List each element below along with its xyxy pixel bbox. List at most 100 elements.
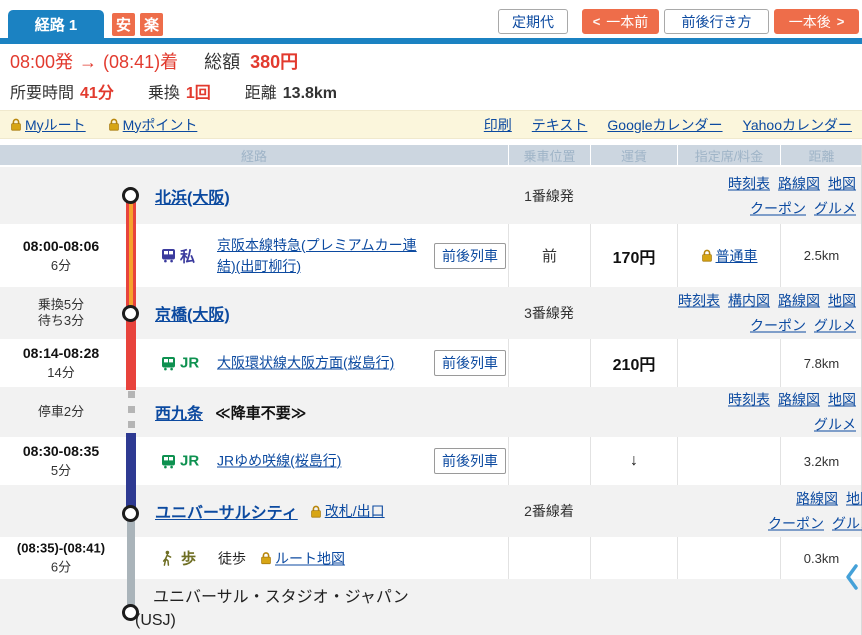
platform-info: 1番線発 [508,167,590,224]
route-map-link[interactable]: 路線図 [778,173,820,193]
platform-info: 3番線発 [508,287,590,339]
gourmet-link[interactable]: グルメ [814,198,856,218]
timetable-link[interactable]: 時刻表 [728,173,770,193]
duration-label: 所要時間 [10,79,74,103]
boarding-position-cell [508,339,590,387]
commuter-pass-label: 定期代 [512,12,554,32]
train-line-link[interactable]: 京阪本線特急(プレミアムカー連結)(出町柳行) [217,235,421,277]
boarding-position-value: 前 [542,245,557,266]
destination-name-line1: ユニバーサル・スタジオ・ジャパ [153,589,393,606]
action-bar-right: 印刷 テキスト Googleカレンダー Yahooカレンダー [484,115,852,135]
lock-icon [108,118,120,131]
walk-route-map-link[interactable]: ルート地図 [260,548,345,568]
seat-cell: 普通車 [677,224,780,287]
segment-duration: 6分 [0,557,122,576]
around-routes-button[interactable]: 前後行き方 [664,9,769,34]
prev-train-label: 一本前 [606,12,648,32]
gourmet-link[interactable]: グルメ [832,514,862,534]
segment-duration: 6分 [0,255,122,274]
station-link-kyobashi[interactable]: 京橋(大阪) [155,301,230,325]
train-icon [161,454,176,468]
fare-value: 210円 [613,351,656,375]
chevron-right-icon: > [837,14,845,29]
station-map-link[interactable]: 構内図 [728,291,770,311]
timetable-link[interactable]: 時刻表 [728,390,770,410]
route-line-pass-dash [128,391,135,398]
chevron-left-icon [845,563,859,591]
platform-info: 2番線着 [508,485,590,537]
around-trains-button[interactable]: 前後列車 [434,448,506,474]
total-fare: 380円 [250,48,298,74]
mypoint-link[interactable]: Myポイント [108,115,198,135]
carrier-label-walk: 歩 [181,548,196,569]
route-map-link[interactable]: 路線図 [778,291,820,311]
header-route: 経路 [0,145,508,165]
prev-train-button[interactable]: < 一本前 [582,9,659,34]
station-node-kyobashi [122,305,139,322]
walk-icon [161,550,173,566]
chevron-left-icon: < [593,14,601,29]
boarding-position-cell: 前 [508,224,590,287]
fare-continues-arrow: ↓ [630,452,638,470]
around-trains-button[interactable]: 前後列車 [434,350,506,376]
depart-time: 08:00発 [10,48,73,74]
around-trains-button[interactable]: 前後列車 [434,243,506,269]
seat-cell [677,437,780,485]
next-train-label: 一本後 [789,12,831,32]
yahoo-calendar-link[interactable]: Yahooカレンダー [743,115,852,135]
segment-time: 08:14-08:28 [0,345,122,361]
coupon-link[interactable]: クーポン [768,514,824,534]
train-icon [161,356,176,370]
google-calendar-link[interactable]: Googleカレンダー [607,115,722,135]
next-train-button[interactable]: 一本後 > [774,9,859,34]
train-icon [161,249,176,263]
route-line-keihan [126,195,136,313]
map-link[interactable]: 地図 [828,291,856,311]
timetable-link[interactable]: 時刻表 [678,291,720,311]
distance-cell: 3.2km [780,437,862,485]
gate-exit-label: 改札/出口 [325,501,385,521]
around-trains-label: 前後列車 [442,353,498,373]
station-link-nishikujo[interactable]: 西九条 [155,400,203,424]
route-map-link[interactable]: 路線図 [796,489,838,509]
map-link[interactable]: 地図 [828,173,856,193]
action-bar-left: Myルート Myポイント [10,115,197,135]
route-line-pass-dash [128,421,135,428]
text-link[interactable]: テキスト [532,115,588,135]
carrier-label-jr: JR [180,453,199,470]
myroute-link[interactable]: Myルート [10,115,86,135]
transfer-label: 乗換 [148,79,180,103]
route-line-yumesaki [126,433,136,514]
transfer-note: 乗換5分 [0,297,122,313]
distance-cell: 2.5km [780,224,862,287]
badge-cheap: 安 [112,13,135,36]
around-trains-label: 前後列車 [442,451,498,471]
coupon-link[interactable]: クーポン [750,316,806,336]
gourmet-link[interactable]: グルメ [814,316,856,336]
no-alight-annotation: ≪降車不要≫ [215,402,306,423]
wait-note: 待ち3分 [0,313,122,329]
train-line-link[interactable]: 大阪環状線大阪方面(桜島行) [217,355,394,371]
myroute-label: Myルート [25,115,86,135]
segment-time: 08:00-08:06 [0,238,122,254]
lock-icon [10,118,22,131]
collapse-panel-chevron[interactable] [845,563,859,596]
route-line-jr-loop [126,313,136,390]
print-link[interactable]: 印刷 [484,115,512,135]
fare-cell: 210円 [590,339,677,387]
seat-class-label: 普通車 [716,246,758,266]
coupon-link[interactable]: クーポン [750,198,806,218]
map-link[interactable]: 地図 [846,489,862,509]
tab-route-1[interactable]: 経路 1 [8,10,104,38]
map-link[interactable]: 地図 [828,390,856,410]
seat-class-link[interactable]: 普通車 [701,246,758,266]
commuter-pass-button[interactable]: 定期代 [498,9,568,34]
route-map-link[interactable]: 路線図 [778,390,820,410]
gate-exit-link[interactable]: 改札/出口 [310,501,385,521]
station-link-universal-city[interactable]: ユニバーサルシティ [155,499,298,523]
train-line-link[interactable]: JRゆめ咲線(桜島行) [217,453,341,469]
gourmet-link[interactable]: グルメ [814,415,856,435]
stop-note: 停車2分 [0,404,122,420]
station-link-kitahama[interactable]: 北浜(大阪) [155,184,230,208]
segment-time: 08:30-08:35 [0,443,122,459]
